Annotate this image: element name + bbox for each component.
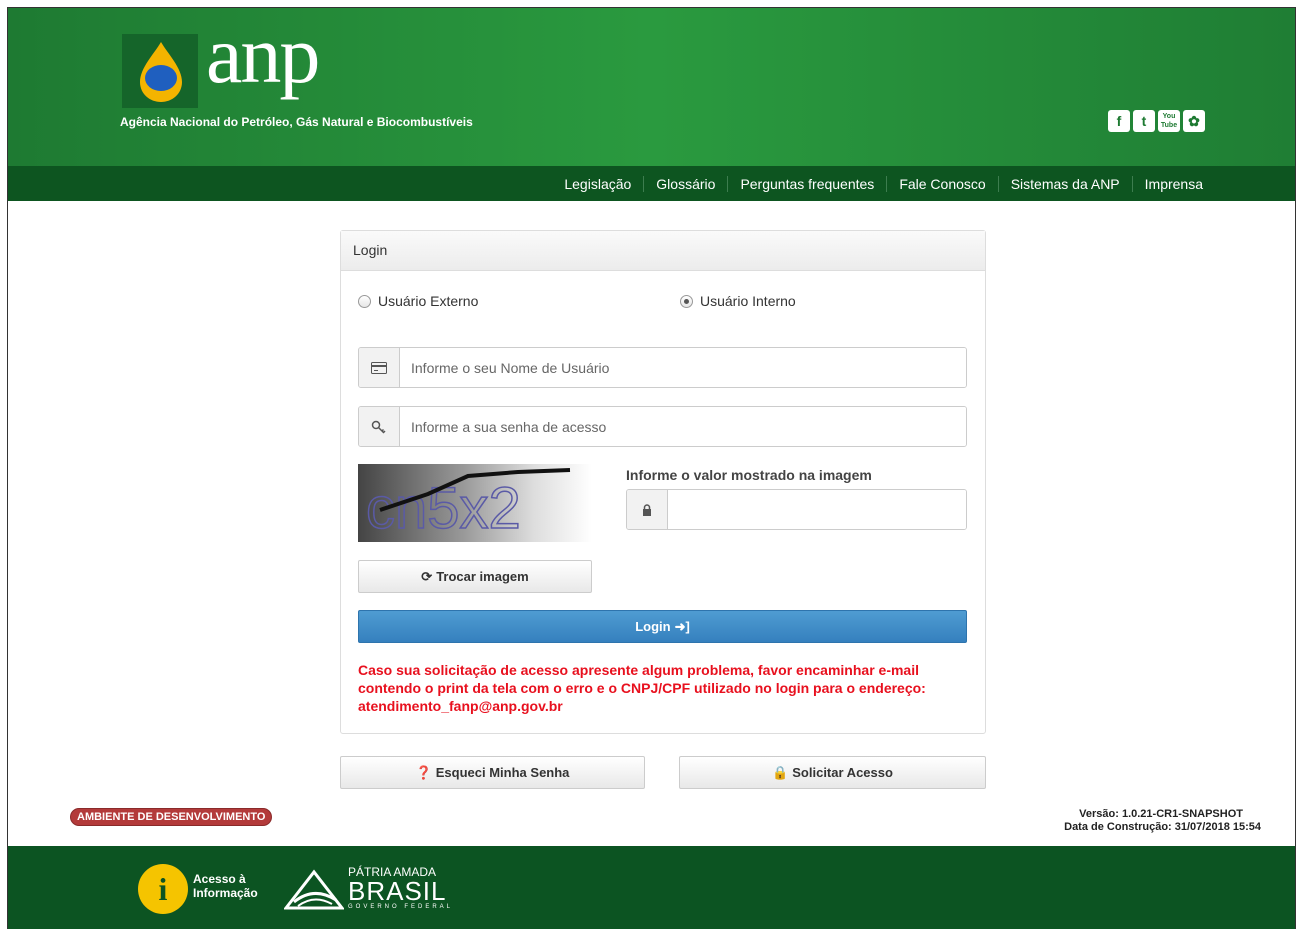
question-circle-icon: ❓: [415, 764, 432, 780]
request-access-button[interactable]: 🔒 Solicitar Acesso: [679, 756, 986, 789]
refresh-icon: ⟳: [421, 568, 433, 584]
request-label: Solicitar Acesso: [792, 765, 893, 780]
panel-title: Login: [341, 231, 985, 271]
brasil-line-3: GOVERNO FEDERAL: [348, 904, 454, 910]
lock-icon: [627, 490, 668, 529]
social-links: f t You Tube ✿: [1108, 110, 1205, 132]
top-nav: Legislação Glossário Perguntas frequente…: [8, 166, 1295, 201]
forgot-password-button[interactable]: ❓ Esqueci Minha Senha: [340, 756, 645, 789]
nav-glossario[interactable]: Glossário: [643, 175, 727, 192]
nav-legislacao[interactable]: Legislação: [552, 176, 643, 192]
info-icon[interactable]: i: [138, 864, 188, 914]
info-line-2: Informação: [193, 886, 258, 900]
version-info: Versão: 1.0.21-CR1-SNAPSHOT Data de Cons…: [1064, 808, 1261, 834]
nav-imprensa[interactable]: Imprensa: [1131, 175, 1215, 192]
radio-internal[interactable]: Usuário Interno: [680, 293, 796, 309]
page-frame: anp Agência Nacional do Petróleo, Gás Na…: [7, 7, 1296, 929]
username-input[interactable]: [400, 348, 966, 387]
access-info-link[interactable]: Acesso à Informação: [193, 872, 258, 900]
login-panel: Login Usuário Externo Usuário Interno cn…: [340, 230, 986, 734]
lock-icon: 🔒: [772, 764, 789, 780]
twitter-icon[interactable]: t: [1133, 110, 1155, 132]
login-label: Login: [635, 619, 671, 634]
anp-logo[interactable]: [122, 34, 198, 108]
radio-external-label: Usuário Externo: [378, 293, 479, 309]
refresh-captcha-button[interactable]: ⟳ Trocar imagem: [358, 560, 592, 593]
nav-sistemas[interactable]: Sistemas da ANP: [997, 175, 1132, 192]
password-group: [358, 406, 967, 447]
password-input[interactable]: [400, 407, 966, 446]
brasil-logo[interactable]: PÁTRIA AMADA BRASIL GOVERNO FEDERAL: [284, 866, 453, 911]
youtube-icon[interactable]: You Tube: [1158, 110, 1180, 132]
radio-external-button[interactable]: [358, 294, 371, 308]
refresh-label: Trocar imagem: [436, 569, 529, 584]
radio-internal-button[interactable]: [680, 294, 693, 308]
sign-in-icon: ➜]: [674, 618, 690, 634]
logo-wordmark: anp: [206, 9, 320, 100]
radio-internal-label: Usuário Interno: [700, 293, 796, 309]
radio-external[interactable]: Usuário Externo: [358, 293, 478, 309]
captcha-input-group: [626, 489, 967, 530]
access-warning: Caso sua solicitação de acesso apresente…: [358, 662, 926, 714]
version-line: Versão: 1.0.21-CR1-SNAPSHOT: [1079, 808, 1243, 820]
forgot-label: Esqueci Minha Senha: [435, 765, 570, 780]
brasil-flag-icon: [284, 869, 344, 909]
brasil-line-2: BRASIL: [348, 876, 447, 906]
flickr-icon[interactable]: ✿: [1183, 110, 1205, 132]
captcha-input[interactable]: [668, 490, 966, 529]
key-icon: [359, 407, 400, 446]
captcha-image: cn5x2: [358, 464, 592, 542]
login-button[interactable]: Login ➜]: [358, 610, 967, 643]
agency-name: Agência Nacional do Petróleo, Gás Natura…: [120, 115, 473, 129]
username-group: [358, 347, 967, 388]
build-date-line: Data de Construção: 31/07/2018 15:54: [1064, 821, 1261, 833]
site-header: anp Agência Nacional do Petróleo, Gás Na…: [8, 8, 1295, 166]
facebook-icon[interactable]: f: [1108, 110, 1130, 132]
site-footer: i Acesso à Informação PÁTRIA AMADA BRASI…: [8, 846, 1295, 929]
oil-drop-icon: [140, 42, 182, 102]
environment-badge: AMBIENTE DE DESENVOLVIMENTO: [70, 808, 273, 826]
id-card-icon: [359, 348, 400, 387]
nav-perguntas[interactable]: Perguntas frequentes: [727, 175, 886, 192]
info-line-1: Acesso à: [193, 872, 246, 886]
nav-fale-conosco[interactable]: Fale Conosco: [886, 175, 997, 192]
captcha-label: Informe o valor mostrado na imagem: [626, 467, 872, 483]
